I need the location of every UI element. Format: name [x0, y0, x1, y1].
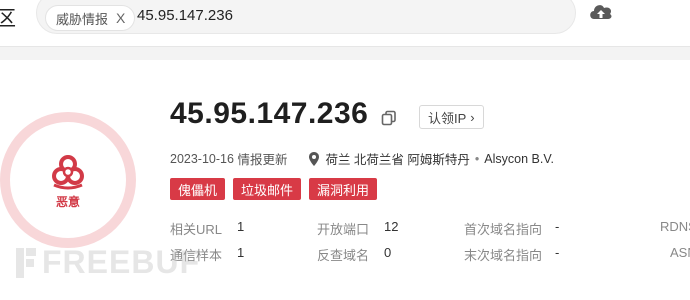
- open-ports-value[interactable]: 12: [384, 219, 398, 234]
- claim-ip-button[interactable]: 认领IP ›: [419, 105, 484, 129]
- search-box[interactable]: 威胁情报 X 45.95.147.236: [36, 0, 576, 34]
- threat-tag[interactable]: 垃圾邮件: [233, 178, 302, 200]
- first-domain-label: 首次域名指向: [464, 222, 543, 237]
- asn-label: ASN: [670, 245, 690, 260]
- watermark-text: FREEBUF: [42, 244, 201, 280]
- copy-icon[interactable]: [381, 110, 397, 126]
- related-url-label: 相关URL: [170, 222, 223, 237]
- reverse-domain-label: 反查域名: [317, 248, 370, 263]
- search-input[interactable]: 45.95.147.236: [137, 7, 233, 24]
- watermark: FREEBUF: [14, 244, 200, 281]
- chip-close-icon[interactable]: X: [116, 11, 125, 25]
- last-domain-label: 末次域名指向: [464, 248, 543, 263]
- ip-title: 45.95.147.236: [170, 97, 369, 130]
- claim-ip-label: 认领IP: [428, 110, 467, 126]
- related-url-value[interactable]: 1: [237, 219, 244, 234]
- freebuf-logo-icon: [16, 247, 36, 278]
- cloud-upload-icon[interactable]: [588, 1, 614, 25]
- verdict-ring: 恶意: [0, 112, 136, 248]
- threat-tag[interactable]: 漏洞利用: [309, 178, 378, 200]
- threat-tags: 傀儡机 垃圾邮件 漏洞利用: [170, 178, 378, 200]
- update-date: 2023-10-16: [170, 151, 234, 166]
- rdns-label: RDNS: [660, 219, 690, 234]
- reverse-domain-value[interactable]: 0: [384, 245, 391, 260]
- ip-meta-line: 2023-10-16 情报更新 荷兰 北荷兰省 阿姆斯特丹 • Alsycon …: [170, 149, 554, 168]
- verdict-badge: 恶意: [10, 122, 126, 238]
- organization-text: Alsycon B.V.: [484, 151, 555, 166]
- open-ports-label: 开放端口: [317, 222, 370, 237]
- threat-tag[interactable]: 傀儡机: [170, 178, 226, 200]
- nav-edge-text: 区: [0, 6, 16, 30]
- first-domain-value: -: [555, 219, 560, 234]
- search-category-chip[interactable]: 威胁情报 X: [45, 5, 136, 31]
- samples-value[interactable]: 1: [237, 245, 244, 260]
- top-bar: 区 威胁情报 X 45.95.147.236: [0, 0, 690, 47]
- meta-separator: •: [474, 151, 480, 166]
- last-domain-value: -: [555, 245, 560, 260]
- map-pin-icon: [309, 151, 320, 166]
- biohazard-icon: [52, 154, 84, 189]
- chevron-right-icon: ›: [470, 109, 475, 125]
- location-text: 荷兰 北荷兰省 阿姆斯特丹: [325, 153, 470, 167]
- verdict-label: 恶意: [55, 194, 80, 209]
- chip-label: 威胁情报: [56, 11, 109, 27]
- update-date-suffix: 情报更新: [237, 153, 288, 167]
